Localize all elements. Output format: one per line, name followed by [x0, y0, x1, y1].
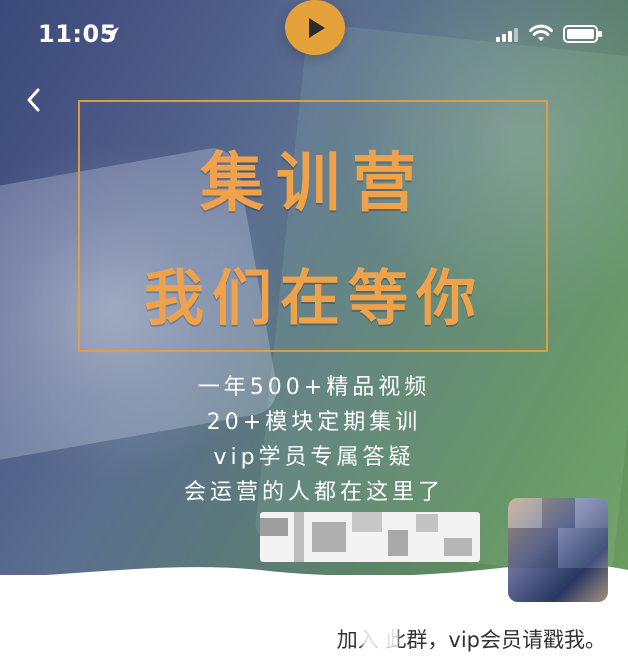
screen: 11:05 集训营 我们在等你 一年500+精品视频 20+模块定期集训 vip… — [0, 0, 628, 664]
battery-icon — [563, 23, 603, 45]
cellular-signal-icon — [496, 26, 522, 42]
blurred-qr-area — [260, 512, 480, 562]
poster-details: 一年500+精品视频 20+模块定期集训 vip学员专属答疑 会运营的人都在这里… — [0, 370, 628, 510]
play-button[interactable] — [285, 0, 345, 55]
location-arrow-icon — [103, 25, 121, 43]
poster-detail-line: 20+模块定期集训 — [206, 410, 422, 435]
poster-detail-line: 一年500+精品视频 — [197, 375, 431, 400]
back-button[interactable] — [20, 86, 48, 114]
poster-title-1: 集训营 — [200, 147, 428, 221]
caption-blur-overlay — [362, 624, 398, 650]
blurred-thumbnail — [508, 498, 608, 602]
poster-detail-line: vip学员专属答疑 — [213, 445, 415, 470]
chevron-left-icon — [27, 88, 40, 112]
wifi-icon — [528, 22, 554, 44]
poster-title-2: 我们在等你 — [144, 264, 484, 334]
play-icon — [309, 18, 325, 38]
